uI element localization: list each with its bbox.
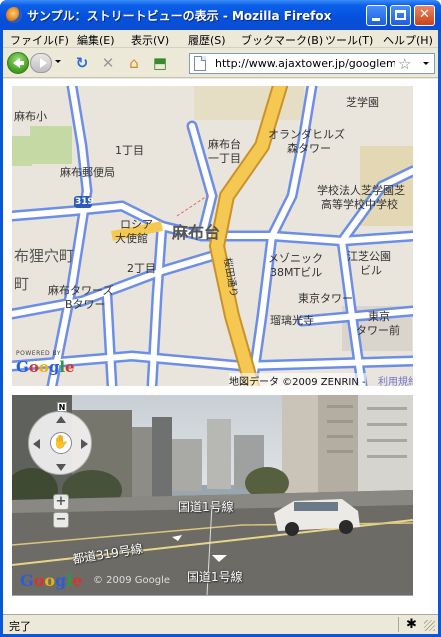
map-label: 麻布台	[208, 138, 241, 151]
map-label: 東京タワー	[298, 292, 353, 305]
powered-by-text: POWERED BY	[16, 350, 62, 357]
page-icon	[194, 56, 206, 71]
reload-icon[interactable]: ↻	[73, 54, 91, 72]
menu-tools[interactable]: ツール(T)	[325, 32, 373, 48]
terms-link[interactable]: 利用規約	[378, 373, 413, 386]
firefox-icon	[6, 7, 22, 23]
status-divider	[398, 617, 399, 632]
url-dropdown-icon[interactable]	[423, 62, 429, 65]
route-shield-label: 319	[75, 197, 94, 207]
menu-view[interactable]: 表示(V)	[131, 32, 169, 48]
map-label: 大使館	[115, 232, 148, 245]
map-label: 布狸穴町	[14, 247, 75, 265]
pan-control[interactable]: ✋	[28, 411, 92, 475]
close-icon: ✕	[419, 7, 430, 22]
menu-help[interactable]: ヘルプ(H)	[383, 32, 433, 48]
menu-bookmarks[interactable]: ブックマーク(B)	[241, 32, 323, 48]
title-bar[interactable]: サンプル：ストリートビューの表示 - Mozilla Firefox ✕	[0, 0, 441, 30]
stop-icon[interactable]: ✕	[99, 54, 117, 72]
google-map[interactable]: 麻布小 1丁目 麻布郵便局 ロシア 大使館 麻布台 2丁目 布狸穴町 町 麻布タ…	[12, 86, 413, 386]
pan-right-icon[interactable]	[81, 439, 88, 449]
map-label: 江芝公園	[347, 250, 391, 263]
menu-bar: ファイル(F) 編集(E) 表示(V) 履歴(S) ブックマーク(B) ツール(…	[3, 30, 438, 48]
home-icon[interactable]: ⌂	[125, 54, 143, 72]
maximize-button[interactable]	[390, 5, 411, 26]
map-label: 町	[14, 275, 30, 293]
map-label: 森タワー	[287, 142, 331, 155]
page-content: 麻布小 1丁目 麻布郵便局 ロシア 大使館 麻布台 2丁目 布狸穴町 町 麻布タ…	[3, 79, 438, 614]
browser-window: サンプル：ストリートビューの表示 - Mozilla Firefox ✕ ファイ…	[0, 0, 441, 637]
map-label: 高等学校中学校	[321, 198, 398, 211]
map-label: 1丁目	[115, 144, 144, 157]
window-title: サンプル：ストリートビューの表示 - Mozilla Firefox	[27, 9, 332, 23]
map-label: 麻布小	[14, 110, 47, 123]
map-label: Bタワー	[65, 298, 106, 311]
minimize-icon	[372, 18, 380, 21]
hand-icon[interactable]: ✋	[50, 432, 72, 454]
forward-button[interactable]	[30, 53, 52, 73]
bug-icon[interactable]: ✱	[406, 617, 417, 632]
map-label: 麻布タワーズ	[48, 284, 114, 297]
menu-file[interactable]: ファイル(F)	[10, 32, 69, 48]
back-arrow-icon	[13, 58, 24, 68]
map-label: タワー前	[356, 324, 400, 337]
map-label: オランダヒルズ	[268, 128, 345, 141]
road-label: 国道1号線	[178, 500, 234, 514]
map-label: 芝学園	[346, 96, 379, 109]
map-label: 東京	[368, 310, 390, 323]
browser-client: ファイル(F) 編集(E) 表示(V) 履歴(S) ブックマーク(B) ツール(…	[3, 30, 438, 634]
street-view-copyright: © 2009 Google	[93, 575, 171, 586]
status-text: 完了	[9, 620, 31, 633]
map-label: 学校法人芝学園芝	[317, 184, 405, 197]
status-bar: 完了 ✱	[3, 614, 438, 634]
forward-arrow-icon	[40, 58, 47, 68]
menu-edit[interactable]: 編集(E)	[77, 32, 115, 48]
zoom-in-button[interactable]: +	[53, 494, 69, 510]
road-label: 国道1号線	[187, 570, 243, 584]
pan-down-icon[interactable]	[56, 464, 66, 471]
zoom-out-button[interactable]: −	[53, 512, 69, 528]
resize-grip[interactable]	[424, 620, 435, 631]
google-logo[interactable]: Google	[16, 358, 75, 376]
pan-left-icon[interactable]	[33, 439, 40, 449]
map-label: 瑠璃光寺	[270, 314, 314, 327]
map-label: メゾニック	[268, 252, 323, 265]
maximize-icon	[395, 10, 406, 20]
addon-icon[interactable]: ⬒	[151, 54, 169, 72]
google-logo[interactable]: Google	[20, 571, 82, 590]
map-label: 一丁目	[208, 152, 241, 165]
history-dropdown-icon[interactable]	[55, 60, 61, 63]
url-bar[interactable]: http://www.ajaxtower.jp/googlemaps/ ☆	[189, 53, 435, 74]
close-button[interactable]: ✕	[414, 5, 435, 26]
pan-up-icon[interactable]	[56, 416, 66, 423]
north-indicator: N	[57, 402, 67, 412]
map-label: 麻布台	[172, 223, 221, 242]
map-copyright: 地図データ ©2009 ZENRIN -	[229, 373, 366, 386]
map-label: 麻布郵便局	[60, 166, 115, 179]
street-view-panorama[interactable]: ✋ N + − 国道1号線 都道319号線 国道1号線 Google © 200…	[12, 395, 413, 596]
back-button[interactable]	[7, 52, 29, 74]
map-label: 38MTビル	[270, 266, 323, 279]
street-view-compass[interactable]: ✋ N	[24, 402, 98, 477]
map-label: ロシア	[120, 218, 153, 231]
map-label: 2丁目	[127, 262, 156, 275]
navigation-toolbar: ↻ ✕ ⌂ ⬒ http://www.ajaxtower.jp/googlema…	[3, 49, 438, 78]
minimize-button[interactable]	[366, 5, 387, 26]
map-label: ビル	[360, 264, 382, 277]
menu-history[interactable]: 履歴(S)	[188, 32, 226, 48]
bookmark-star-icon[interactable]: ☆	[398, 55, 411, 73]
url-input[interactable]: http://www.ajaxtower.jp/googlemaps/	[215, 57, 395, 70]
